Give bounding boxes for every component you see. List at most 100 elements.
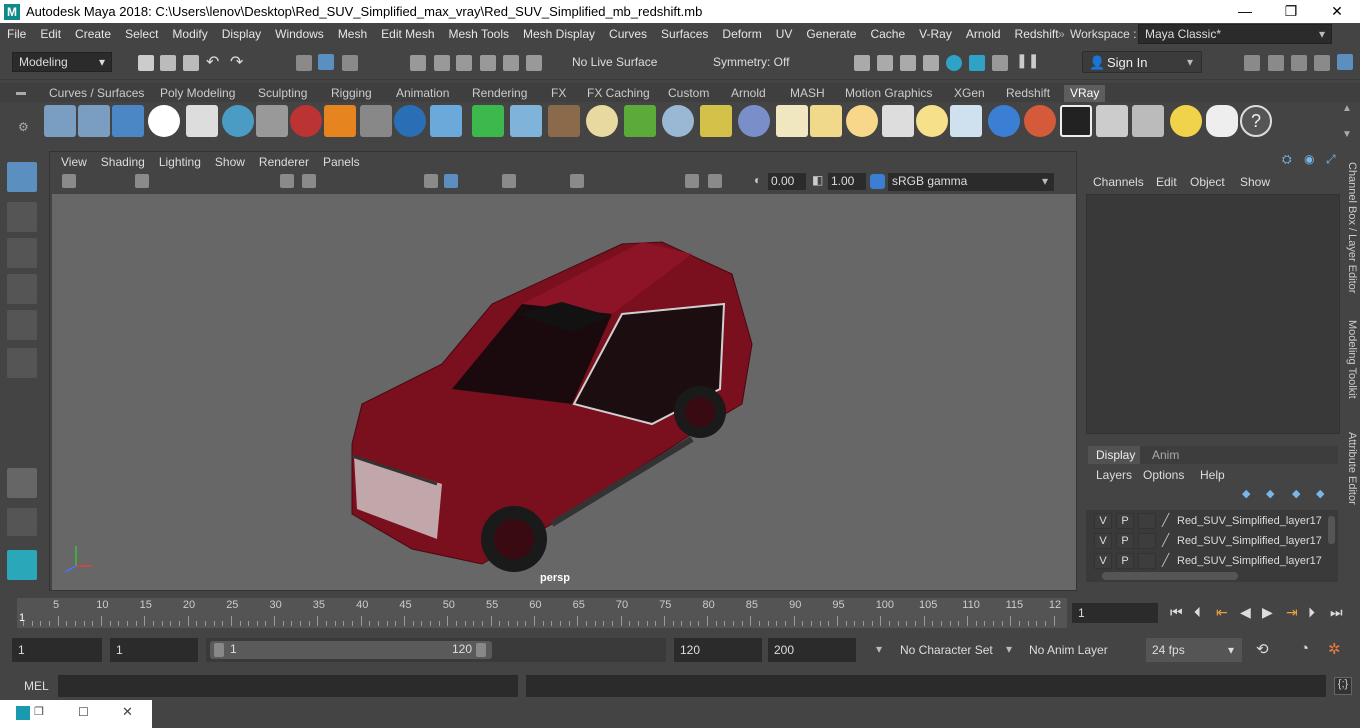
tab-xgen[interactable]: XGen [948,85,991,102]
tab-rendering[interactable]: Rendering [466,85,533,102]
snap-live-icon[interactable] [526,55,542,71]
live-surface-field[interactable]: No Live Surface [565,52,685,72]
shelf-menu-icon[interactable]: ▬ [16,87,26,98]
ipr-render-icon[interactable] [900,55,916,71]
minimized-window[interactable]: ❐ ☐ ✕ [0,700,152,728]
loop-icon[interactable]: ⟲ [1256,640,1269,658]
isolate-select-icon[interactable] [685,174,699,188]
menu-create[interactable]: Create [68,27,118,41]
menu-mesh[interactable]: Mesh [331,27,374,41]
tab-custom[interactable]: Custom [662,85,715,102]
vray-env-fog-icon[interactable] [738,105,770,137]
vray-render-elements-icon[interactable] [1096,105,1128,137]
layer-menu-options[interactable]: Options [1143,468,1184,482]
menu-windows[interactable]: Windows [268,27,331,41]
go-to-end-icon[interactable]: ⏭ [1330,604,1343,621]
viewport-menu-view[interactable]: View [54,155,94,169]
vray-proxy-icon[interactable] [290,105,322,137]
cb-menu-channels[interactable]: Channels [1093,175,1144,189]
menu-vray[interactable]: V-Ray [912,27,959,41]
tab-redshift[interactable]: Redshift [1000,85,1056,102]
layer-row[interactable]: V P ╱ Red_SUV_Simplified_layer17 [1092,533,1332,551]
wireframe-icon[interactable] [424,174,438,188]
tab-mash[interactable]: MASH [784,85,831,102]
preferences-icon[interactable]: ✲ [1328,640,1341,658]
layer-visibility-toggle[interactable]: V [1094,533,1112,549]
layer-visibility-toggle[interactable]: V [1094,553,1112,569]
viewport-menu-renderer[interactable]: Renderer [252,155,316,169]
lasso-tool-icon[interactable] [7,202,37,232]
character-set-dropdown[interactable]: No Character Set [894,638,998,662]
vray-material-icon[interactable] [222,105,254,137]
workspace-dropdown[interactable]: Maya Classic* ▾ [1138,24,1332,44]
menu-mesh-display[interactable]: Mesh Display [516,27,602,41]
snap-projected-icon[interactable] [480,55,496,71]
redo-icon[interactable]: ↷ [230,52,243,72]
tab-fx-caching[interactable]: FX Caching [581,85,656,102]
menu-cache[interactable]: Cache [863,27,912,41]
start-time-field[interactable]: 1 [12,638,102,662]
undo-icon[interactable]: ↶ [206,52,219,72]
camera-select-icon[interactable] [62,174,76,188]
menu-edit-mesh[interactable]: Edit Mesh [374,27,441,41]
anim-layer-dropdown[interactable]: No Anim Layer [1023,638,1127,662]
layer-playback-toggle[interactable]: P [1116,553,1134,569]
cb-menu-object[interactable]: Object [1190,175,1225,189]
channel-box-tab-icon[interactable]: ◉ [1304,152,1314,166]
render-view-icon[interactable] [854,55,870,71]
vray-grass-icon[interactable] [624,105,656,137]
anim-end-field[interactable]: 200 [768,638,856,662]
cb-menu-show[interactable]: Show [1240,175,1270,189]
step-forward-key-icon[interactable]: ⇥ [1286,604,1298,621]
new-scene-icon[interactable] [138,55,154,71]
vray-rect-light-icon[interactable] [472,105,504,137]
range-start-handle[interactable] [214,643,224,657]
channel-box-options-icon[interactable]: ⛭ [1282,152,1292,167]
layer-type-toggle[interactable] [1138,553,1156,569]
tab-curves-surfaces[interactable]: Curves / Surfaces [43,85,150,102]
save-scene-icon[interactable] [183,55,199,71]
layer-type-toggle[interactable] [1138,513,1156,529]
cb-menu-edit[interactable]: Edit [1156,175,1177,189]
menu-arnold[interactable]: Arnold [959,27,1008,41]
menu-mesh-tools[interactable]: Mesh Tools [442,27,516,41]
hypershade-icon[interactable] [946,55,962,71]
auto-key-icon[interactable]: ◔ [1300,640,1309,657]
vray-sphere-light-icon[interactable] [394,105,426,137]
tab-animation[interactable]: Animation [390,85,455,102]
render-frame-icon[interactable] [877,55,893,71]
menu-deform[interactable]: Deform [715,27,768,41]
new-layer-icon[interactable]: ◆ [1292,487,1300,500]
anim-start-field[interactable]: 1 [110,638,198,662]
play-forwards-icon[interactable]: ▶ [1262,604,1273,621]
channel-box-icon[interactable] [1337,54,1353,70]
tab-poly-modeling[interactable]: Poly Modeling [154,85,241,102]
vray-material-ball-icon[interactable] [1024,105,1056,137]
menu-select[interactable]: Select [118,27,165,41]
vray-settings-icon[interactable] [1132,105,1164,137]
step-forward-frame-icon[interactable]: ⏵ [1308,604,1315,621]
modeling-toolkit-icon[interactable] [1244,55,1260,71]
vray-cloud-icon[interactable] [1206,105,1238,137]
play-backwards-icon[interactable]: ◀ [1240,604,1251,621]
suv-model[interactable] [351,241,753,572]
vray-sunburst-icon[interactable] [916,105,948,137]
attribute-editor-icon[interactable] [1291,55,1307,71]
vray-sun-icon[interactable] [586,105,618,137]
menu-uv[interactable]: UV [769,27,800,41]
viewport-menu-panels[interactable]: Panels [316,155,367,169]
shelf-scroll-up-icon[interactable]: ▲ [1342,103,1352,114]
vray-checker-icon[interactable] [1060,105,1092,137]
current-frame-field[interactable]: 1 [1072,603,1158,623]
side-tab-attribute-editor[interactable]: Attribute Editor [1346,432,1358,505]
open-scene-icon[interactable] [160,55,176,71]
maximize-icon[interactable]: ☐ [78,705,89,719]
layer-playback-toggle[interactable]: P [1116,513,1134,529]
new-layer-selected-icon[interactable]: ◆ [1316,487,1324,500]
layer-row[interactable]: V P ╱ Red_SUV_Simplified_layer17 [1092,513,1332,531]
vray-cone-light-icon[interactable] [882,105,914,137]
vray-camera-icon[interactable] [256,105,288,137]
scale-tool-icon[interactable] [7,348,37,378]
select-tool-icon[interactable] [7,162,37,192]
film-gate-icon[interactable] [302,174,316,188]
